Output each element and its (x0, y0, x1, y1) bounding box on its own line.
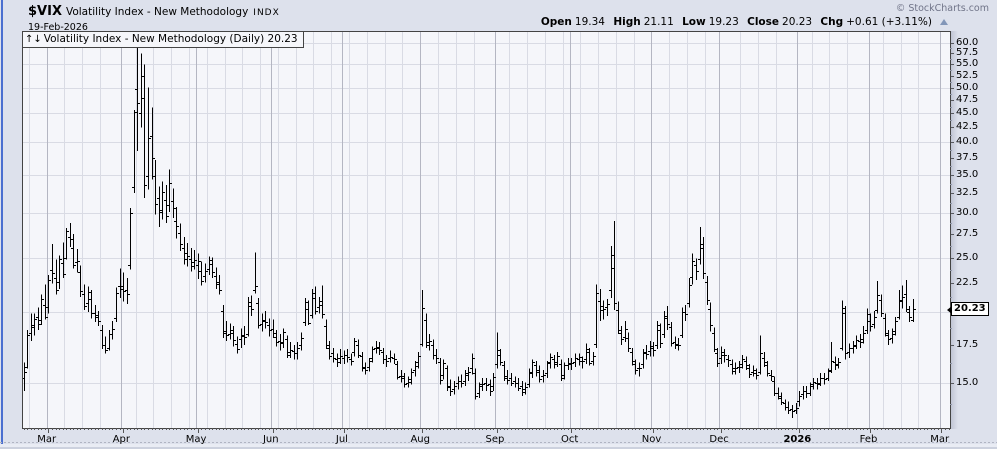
y-axis-label: 15.0 (956, 377, 978, 388)
price-arrow-icon (947, 306, 952, 314)
legend-text: Volatility Index - New Methodology (Dail… (44, 33, 298, 45)
y-axis-label: 60.0 (956, 37, 978, 48)
y-axis-label: 22.5 (956, 277, 978, 288)
y-axis-label: 57.5 (956, 47, 978, 58)
x-axis-label: May (186, 434, 207, 445)
x-axis-label: Oct (561, 434, 578, 445)
y-axis-label: 25.0 (956, 252, 978, 263)
y-axis-label: 17.5 (956, 339, 978, 350)
x-axis-label: Jul (336, 434, 348, 445)
x-axis-label: Nov (642, 434, 662, 445)
y-axis-label: 27.5 (956, 228, 978, 239)
price-tag-value: 20.23 (954, 303, 986, 314)
y-axis-label: 30.0 (956, 207, 978, 218)
stockcharts-window: $VIXVolatility Index - New MethodologyIN… (0, 0, 997, 449)
x-axis-label: Apr (113, 434, 130, 445)
x-axis-label: 2026 (783, 434, 811, 445)
x-axis-label: Sep (485, 434, 504, 445)
y-axis-label: 55.0 (956, 58, 978, 69)
chart-legend: ↑↓Volatility Index - New Methodology (Da… (23, 32, 304, 48)
x-axis-label: Feb (860, 434, 878, 445)
x-axis-label: Mar (930, 434, 949, 445)
y-axis-label: 35.0 (956, 169, 978, 180)
y-axis-label: 40.0 (956, 136, 978, 147)
y-axis-label: 37.5 (956, 152, 978, 163)
updown-icon: ↑↓ (25, 34, 42, 45)
y-axis-label: 47.5 (956, 94, 978, 105)
price-chart (0, 0, 997, 449)
y-axis-label: 42.5 (956, 121, 978, 132)
x-axis-label: Dec (709, 434, 728, 445)
x-axis-label: Mar (37, 434, 56, 445)
x-axis-label: Jun (263, 434, 279, 445)
last-price-tag: 20.23 (951, 302, 989, 316)
x-axis-label: Aug (410, 434, 430, 445)
y-axis-label: 52.5 (956, 70, 978, 81)
y-axis-label: 32.5 (956, 187, 978, 198)
y-axis-label: 50.0 (956, 82, 978, 93)
y-axis-label: 45.0 (956, 107, 978, 118)
